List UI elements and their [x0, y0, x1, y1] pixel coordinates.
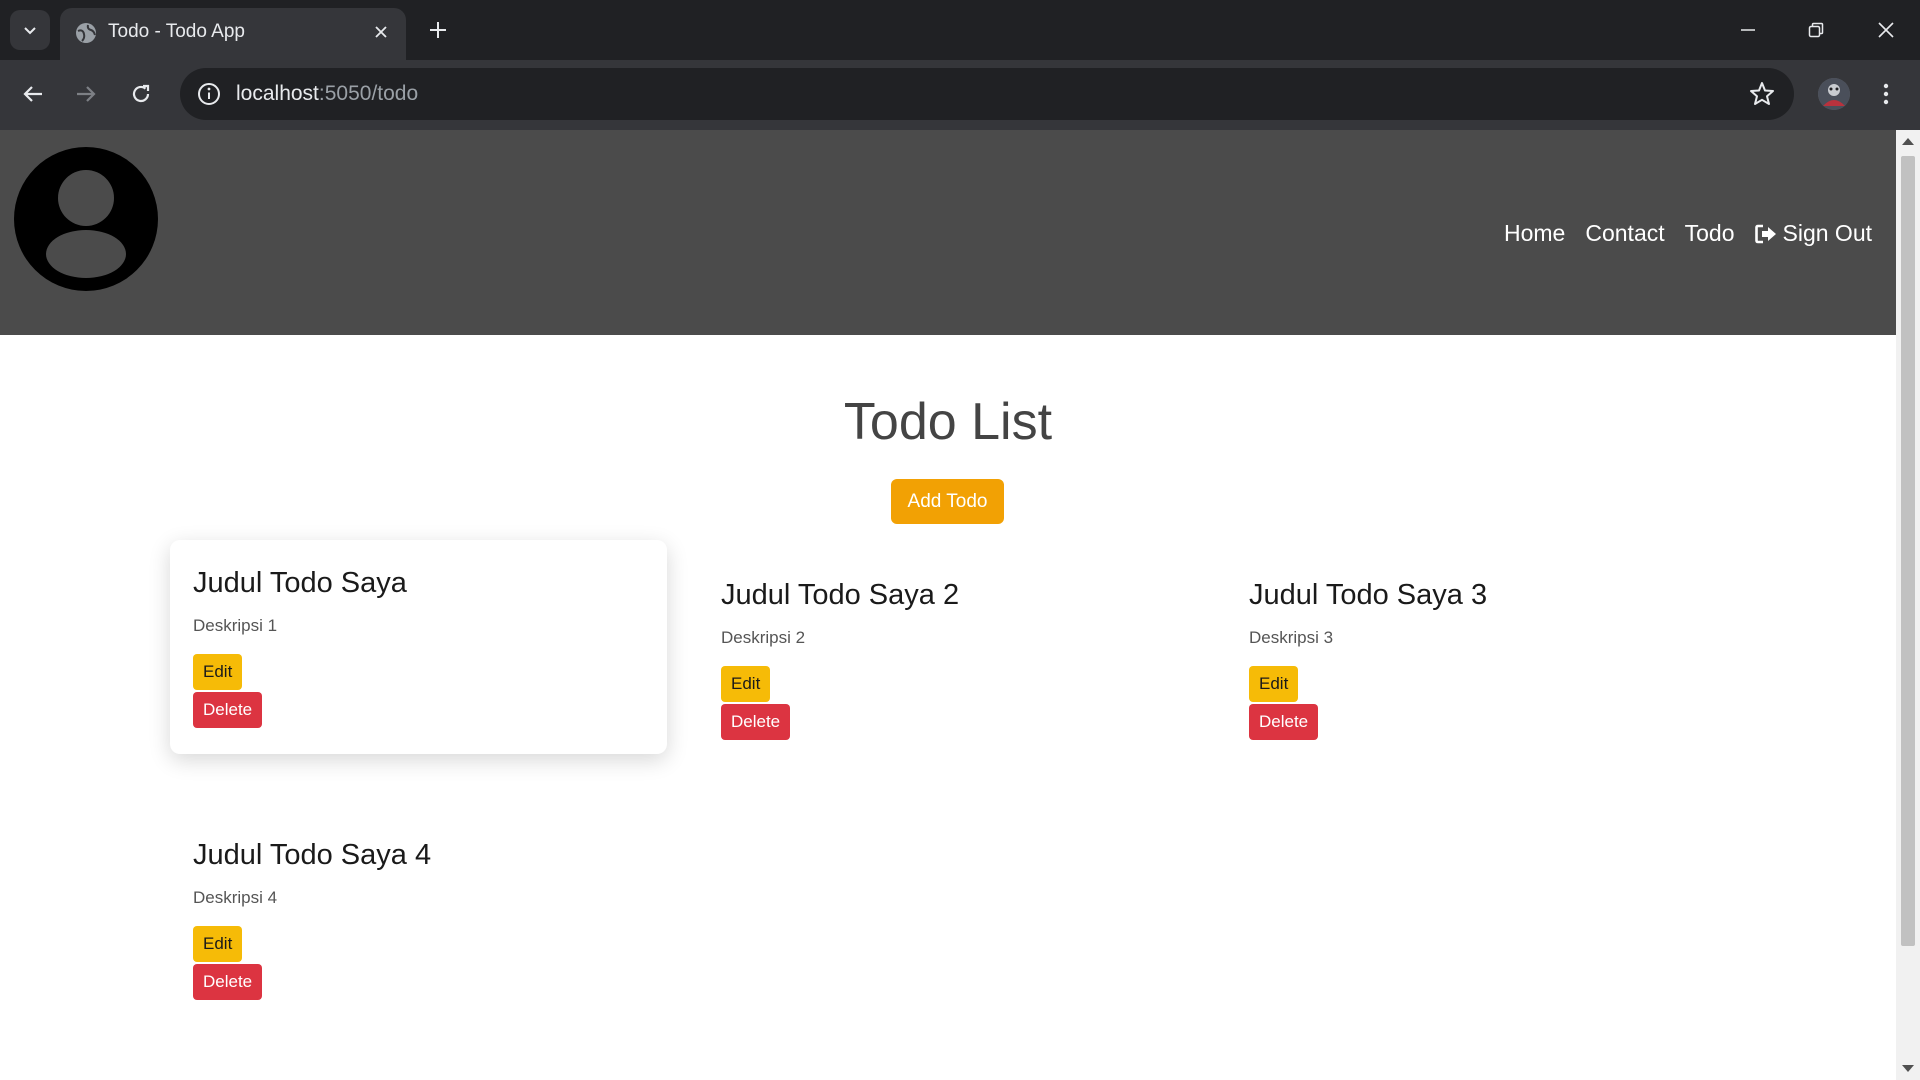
- todo-title: Judul Todo Saya 2: [721, 579, 960, 611]
- new-tab-button[interactable]: [422, 14, 454, 46]
- minimize-button[interactable]: [1724, 10, 1772, 50]
- todo-description: Deskripsi 3: [1249, 628, 1334, 647]
- nav-sign-out-link[interactable]: Sign Out: [1754, 220, 1873, 247]
- edit-button[interactable]: Edit: [1249, 666, 1299, 702]
- reload-button[interactable]: [121, 74, 161, 114]
- todo-description: Deskripsi 4: [193, 888, 278, 907]
- bookmark-star-icon[interactable]: [1748, 80, 1776, 108]
- tab-title: Todo - Todo App: [108, 21, 245, 42]
- plus-icon: [430, 22, 446, 38]
- tab-search-button[interactable]: [10, 10, 50, 50]
- delete-button[interactable]: Delete: [721, 704, 791, 740]
- close-window-button[interactable]: [1862, 10, 1910, 50]
- profile-picture-icon: [1818, 78, 1850, 110]
- todo-title: Judul Todo Saya: [193, 567, 407, 599]
- edit-button[interactable]: Edit: [193, 654, 243, 690]
- todo-card: Judul Todo Saya 3 Deskripsi 3 Edit Delet…: [1226, 552, 1723, 766]
- add-todo-button[interactable]: Add Todo: [891, 479, 1004, 524]
- nav-home-link[interactable]: Home: [1504, 220, 1565, 247]
- delete-button[interactable]: Delete: [193, 964, 263, 1000]
- sign-out-icon: [1754, 224, 1776, 243]
- reload-icon: [132, 84, 150, 103]
- todo-title: Judul Todo Saya 3: [1249, 579, 1488, 611]
- browser-tab-bar: Todo - Todo App: [0, 0, 1920, 60]
- more-vertical-icon: [1883, 83, 1889, 105]
- restore-icon: [1808, 22, 1824, 38]
- minimize-icon: [1741, 29, 1755, 31]
- nav-contact-link[interactable]: Contact: [1585, 220, 1664, 247]
- edit-button[interactable]: Edit: [721, 666, 771, 702]
- todo-card: Judul Todo Saya 2 Deskripsi 2 Edit Delet…: [698, 552, 1195, 766]
- scroll-down-arrow-icon[interactable]: [1902, 1065, 1914, 1072]
- main-nav: Home Contact Todo Sign Out: [1504, 220, 1872, 247]
- tab-close-button[interactable]: [368, 19, 394, 45]
- arrow-right-icon: [77, 86, 96, 102]
- chevron-down-icon: [24, 27, 36, 35]
- page-scrollbar[interactable]: [1896, 130, 1920, 1080]
- edit-button[interactable]: Edit: [193, 926, 243, 962]
- delete-button[interactable]: Delete: [193, 692, 263, 728]
- info-icon[interactable]: [196, 81, 222, 107]
- scrollbar-thumb[interactable]: [1901, 156, 1915, 946]
- delete-button[interactable]: Delete: [1249, 704, 1319, 740]
- forward-button[interactable]: [66, 74, 106, 114]
- back-button[interactable]: [13, 74, 53, 114]
- todo-card: Judul Todo Saya Deskripsi 1 Edit Delete: [170, 540, 667, 754]
- arrow-left-icon: [23, 86, 42, 102]
- restore-button[interactable]: [1792, 10, 1840, 50]
- todo-title: Judul Todo Saya 4: [193, 839, 432, 871]
- browser-toolbar: localhost:5050/todo: [0, 60, 1920, 130]
- todo-description: Deskripsi 2: [721, 628, 806, 647]
- url-path: :5050/todo: [318, 82, 419, 105]
- url-host: localhost: [236, 82, 319, 105]
- site-header: Home Contact Todo Sign Out: [0, 130, 1896, 335]
- url-text[interactable]: localhost:5050/todo: [236, 82, 418, 106]
- close-icon: [375, 26, 387, 38]
- sign-out-label: Sign Out: [1782, 220, 1873, 246]
- user-avatar-icon[interactable]: [13, 146, 159, 292]
- scroll-up-arrow-icon[interactable]: [1902, 138, 1914, 145]
- nav-todo-link[interactable]: Todo: [1685, 220, 1735, 247]
- page-title: Todo List: [843, 393, 1053, 451]
- globe-icon: [76, 23, 96, 43]
- todo-card: Judul Todo Saya 4 Deskripsi 4 Edit Delet…: [170, 812, 667, 1026]
- page-viewport: Home Contact Todo Sign Out Todo List Add…: [0, 130, 1896, 1080]
- profile-avatar[interactable]: [1818, 78, 1850, 110]
- address-bar[interactable]: localhost:5050/todo: [180, 68, 1794, 120]
- close-icon: [1878, 22, 1894, 38]
- browser-menu-button[interactable]: [1870, 74, 1902, 114]
- browser-tab[interactable]: Todo - Todo App: [60, 8, 406, 60]
- todo-description: Deskripsi 1: [193, 616, 278, 635]
